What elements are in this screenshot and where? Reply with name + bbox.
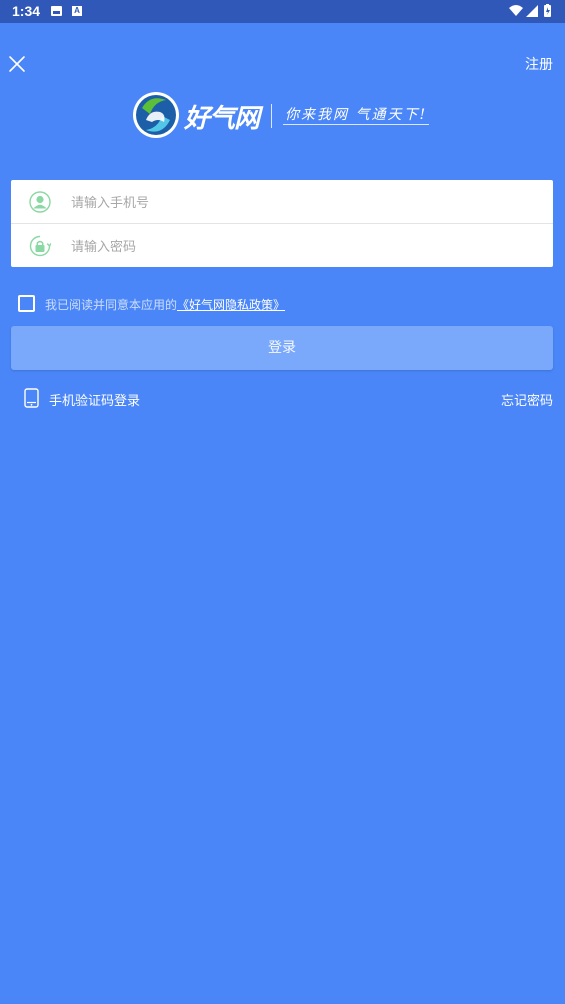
password-field <box>11 223 553 267</box>
logo-divider <box>271 104 272 128</box>
login-button[interactable]: 登录 <box>11 326 553 370</box>
font-a-icon: A <box>72 6 82 16</box>
image-icon <box>51 6 62 16</box>
phone-field <box>11 180 553 223</box>
lock-icon <box>29 235 51 257</box>
agree-checkbox[interactable] <box>18 295 35 312</box>
slogan-underline <box>283 124 429 125</box>
logo-emblem-icon <box>133 92 179 138</box>
signal-icon <box>526 5 538 17</box>
phone-input[interactable] <box>69 187 543 219</box>
user-icon <box>29 191 51 213</box>
agree-label: 我已阅读并同意本应用的 <box>45 298 178 312</box>
brand-logo: 好气网 你来我网 气通天下! <box>132 90 432 140</box>
agree-text: 我已阅读并同意本应用的《好气网隐私政策》 <box>45 296 285 313</box>
status-time: 1:34 <box>12 3 41 19</box>
battery-icon <box>544 4 551 17</box>
sms-login-label: 手机验证码登录 <box>49 394 141 409</box>
close-icon[interactable] <box>8 55 26 73</box>
phone-icon <box>24 388 39 408</box>
wifi-icon <box>509 5 523 16</box>
brand-name: 好气网 <box>184 104 260 134</box>
brand-slogan: 你来我网 气通天下! <box>285 107 428 123</box>
forgot-password-link[interactable]: 忘记密码 <box>501 390 553 409</box>
status-bar: 1:34 A <box>0 0 565 23</box>
privacy-policy-link[interactable]: 《好气网隐私政策》 <box>177 298 285 312</box>
login-form <box>11 180 553 267</box>
password-input[interactable] <box>69 231 543 263</box>
status-icons <box>509 4 551 17</box>
register-link[interactable]: 注册 <box>525 54 553 74</box>
